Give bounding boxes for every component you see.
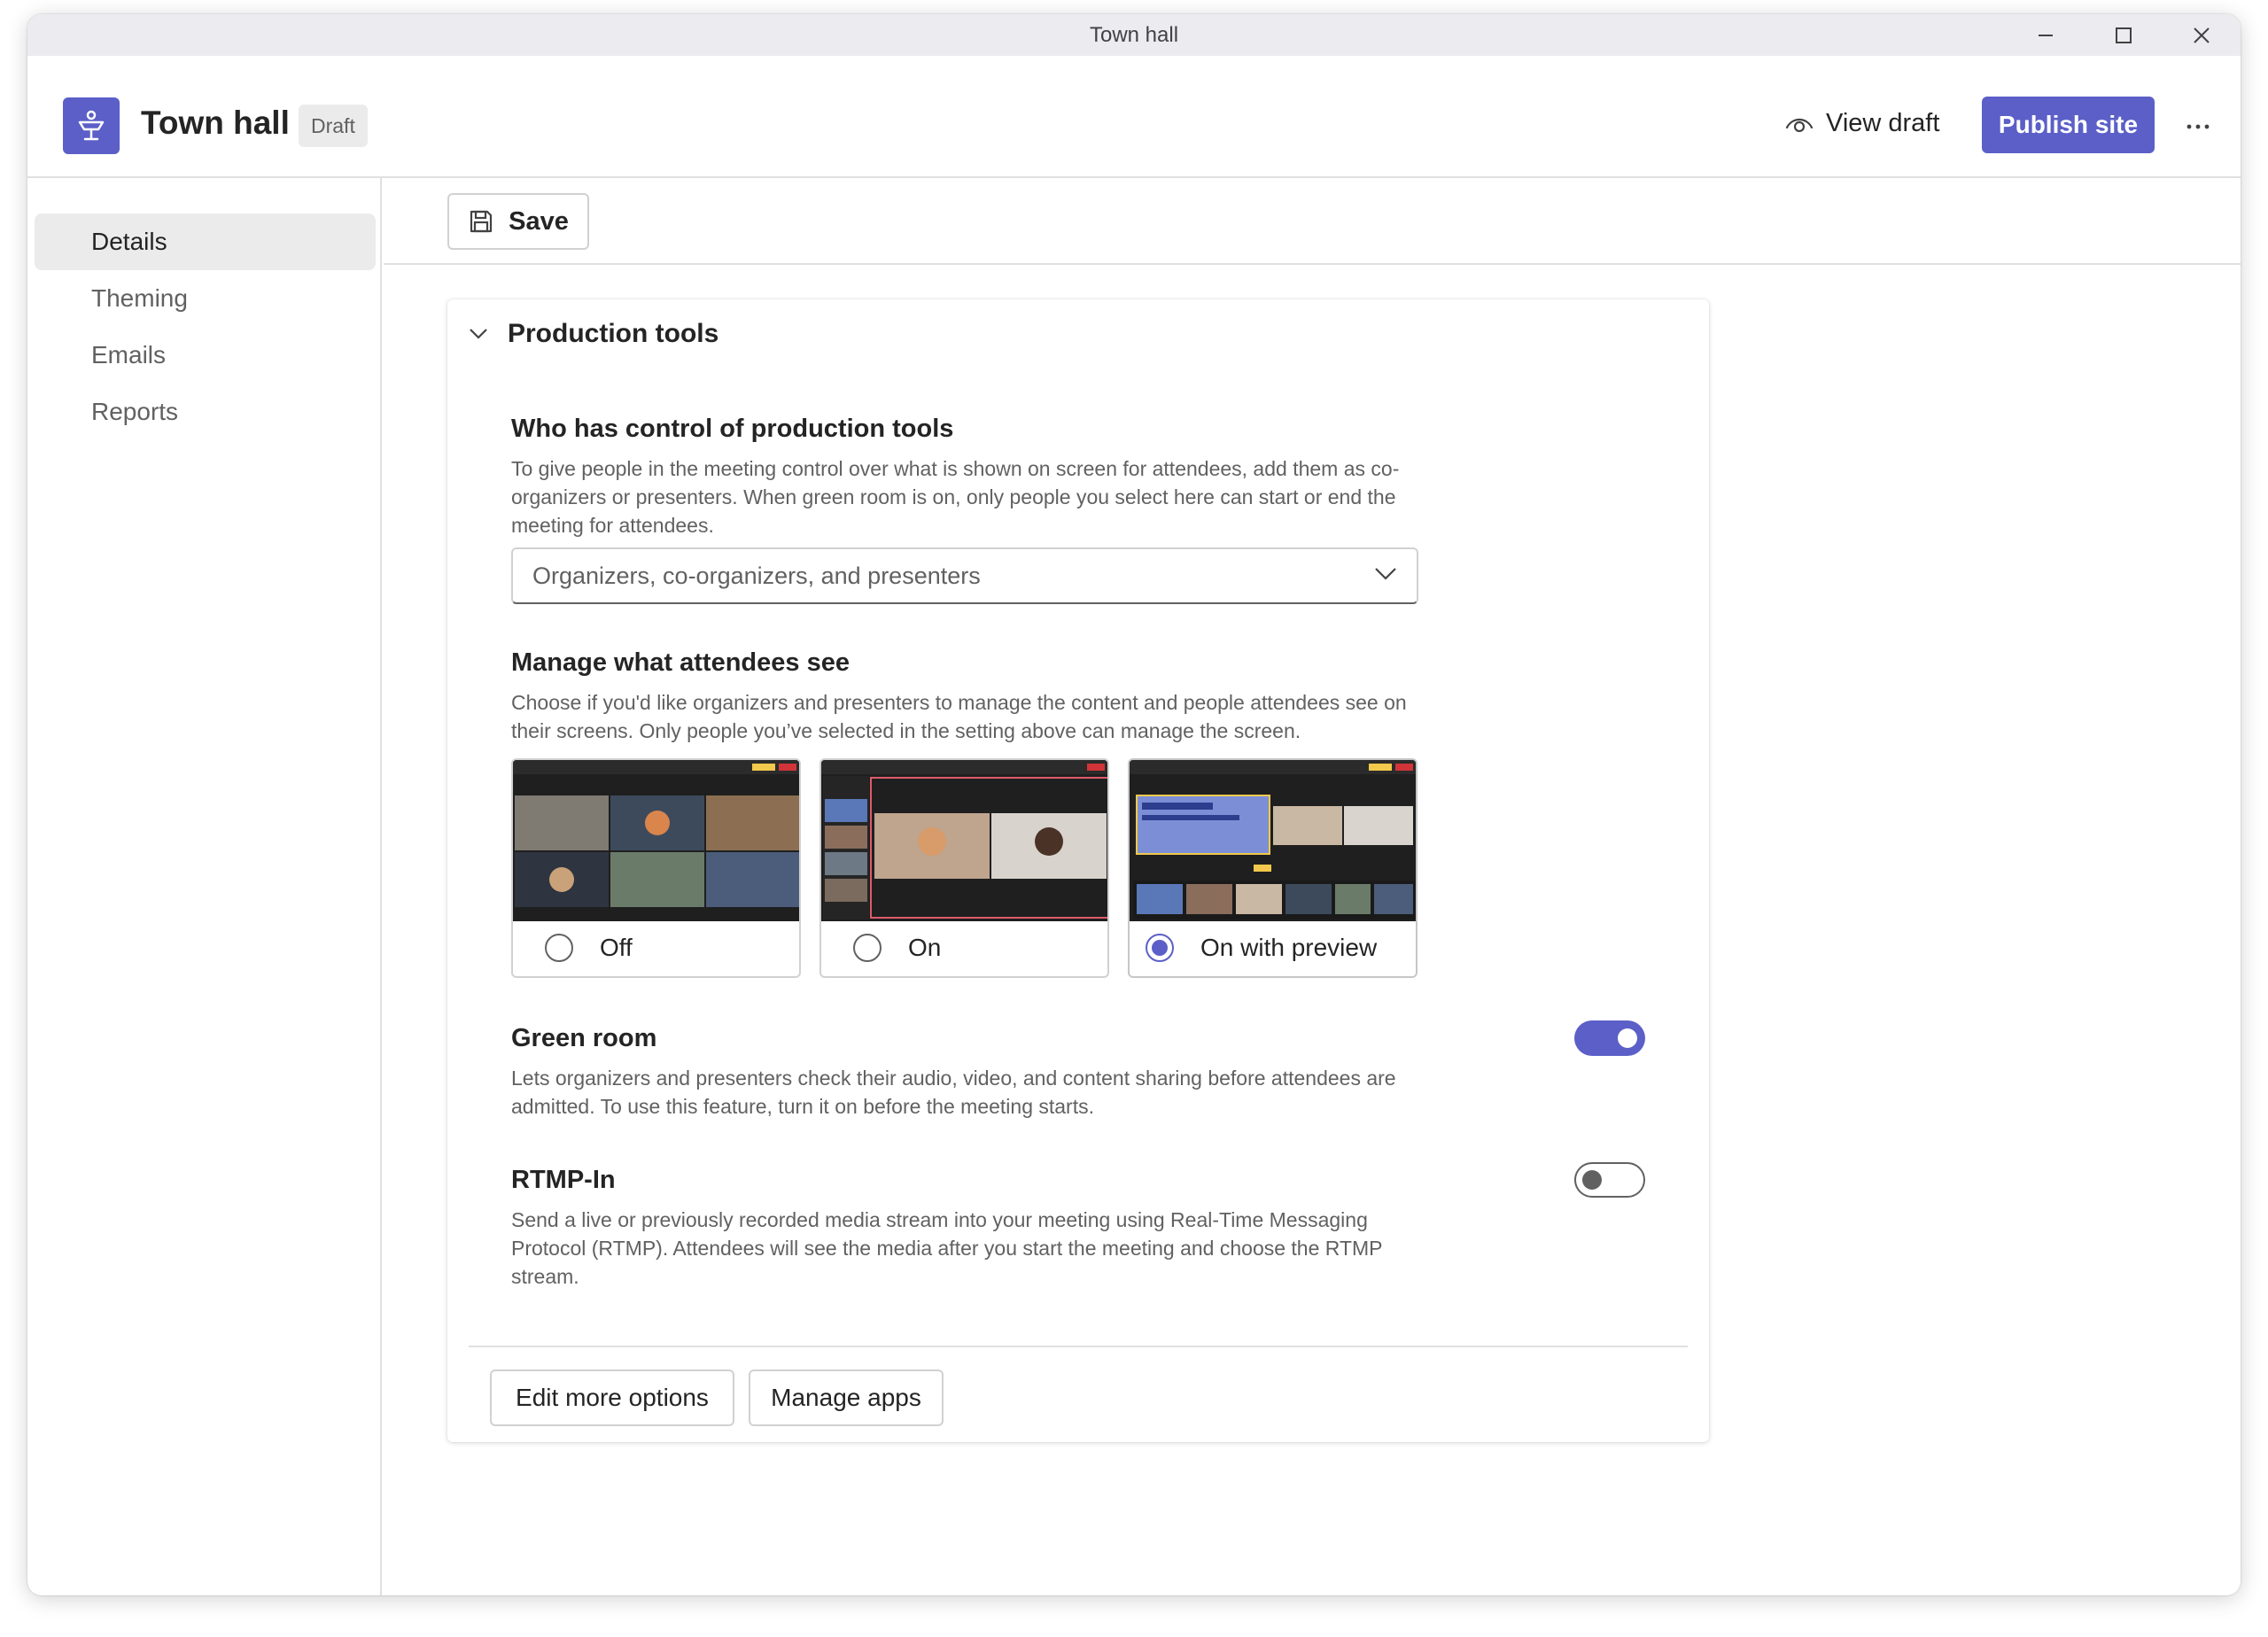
close-button[interactable] xyxy=(2163,14,2241,56)
command-bar: Save xyxy=(384,178,2241,265)
sidebar-item-emails[interactable]: Emails xyxy=(35,327,376,384)
maximize-icon xyxy=(2116,27,2132,43)
option-label-off: Off xyxy=(600,934,633,961)
radio-off[interactable] xyxy=(545,934,573,962)
off-preview-image xyxy=(513,760,799,921)
publish-site-button[interactable]: Publish site xyxy=(1982,97,2155,153)
control-dropdown-value: Organizers, co-organizers, and presenter… xyxy=(532,562,981,589)
rtmp-toggle[interactable] xyxy=(1574,1162,1645,1198)
green-room-toggle[interactable] xyxy=(1574,1020,1645,1056)
green-room-section: Green room Lets organizers and presenter… xyxy=(511,1024,1418,1121)
option-card-on-with-preview[interactable]: On with preview xyxy=(1128,758,1418,978)
podium-icon xyxy=(78,110,105,141)
manage-apps-button[interactable]: Manage apps xyxy=(749,1369,944,1426)
save-label: Save xyxy=(509,206,569,236)
page-header: Town hall Draft View draft Publish site xyxy=(27,56,2241,178)
radio-on[interactable] xyxy=(853,934,882,962)
edit-more-options-button[interactable]: Edit more options xyxy=(490,1369,734,1426)
radio-on-with-preview[interactable] xyxy=(1146,934,1174,962)
chevron-down-icon xyxy=(1375,568,1396,580)
green-room-title: Green room xyxy=(511,1024,657,1052)
sidebar-nav: Details Theming Emails Reports xyxy=(27,178,382,1595)
option-card-off[interactable]: Off xyxy=(511,758,801,978)
rtmp-section: RTMP-In Send a live or previously record… xyxy=(511,1166,1418,1291)
sidebar-item-reports[interactable]: Reports xyxy=(35,384,376,440)
option-card-on[interactable]: On xyxy=(819,758,1109,978)
option-label-on-with-preview: On with preview xyxy=(1200,934,1378,961)
more-horizontal-icon xyxy=(2186,124,2210,129)
rtmp-description: Send a live or previously recorded media… xyxy=(511,1208,1383,1288)
control-section: Who has control of production tools To g… xyxy=(511,415,1418,539)
control-dropdown[interactable]: Organizers, co-organizers, and presenter… xyxy=(511,547,1418,604)
view-draft-label: View draft xyxy=(1826,109,1940,137)
window-title: Town hall xyxy=(1089,23,1179,47)
control-title: Who has control of production tools xyxy=(511,415,954,443)
control-description: To give people in the meeting control ov… xyxy=(511,457,1400,537)
minimize-button[interactable] xyxy=(2007,14,2085,56)
rtmp-title: RTMP-In xyxy=(511,1166,616,1194)
manage-description: Choose if you'd like organizers and pres… xyxy=(511,691,1407,742)
minimize-icon xyxy=(2039,34,2053,36)
view-draft-button[interactable]: View draft xyxy=(1785,109,1939,138)
production-tools-header[interactable]: Production tools xyxy=(469,319,718,349)
save-button[interactable]: Save xyxy=(447,193,589,250)
manage-section: Manage what attendees see Choose if you'… xyxy=(511,648,1418,745)
maximize-button[interactable] xyxy=(2085,14,2163,56)
more-options-button[interactable] xyxy=(2171,100,2225,153)
save-icon xyxy=(470,210,493,233)
manage-title: Manage what attendees see xyxy=(511,648,850,677)
option-label-on: On xyxy=(908,934,942,961)
eye-icon xyxy=(1785,118,1814,132)
sidebar-item-details[interactable]: Details xyxy=(35,213,376,270)
close-icon xyxy=(2194,27,2210,43)
sidebar-item-theming[interactable]: Theming xyxy=(35,270,376,327)
on-preview-image xyxy=(821,760,1107,921)
status-badge: Draft xyxy=(299,105,368,147)
town-hall-app-icon xyxy=(63,97,120,154)
production-tools-card: Production tools Who has control of prod… xyxy=(447,299,1709,1442)
title-bar: Town hall xyxy=(27,14,2241,56)
on-with-preview-image xyxy=(1130,760,1416,921)
chevron-down-icon xyxy=(470,329,487,339)
app-window: Town hall Town hall Draft View draft Pub… xyxy=(27,14,2241,1595)
card-divider xyxy=(469,1346,1688,1347)
section-title: Production tools xyxy=(508,319,719,348)
page-title: Town hall xyxy=(141,105,290,141)
green-room-description: Lets organizers and presenters check the… xyxy=(511,1067,1396,1118)
